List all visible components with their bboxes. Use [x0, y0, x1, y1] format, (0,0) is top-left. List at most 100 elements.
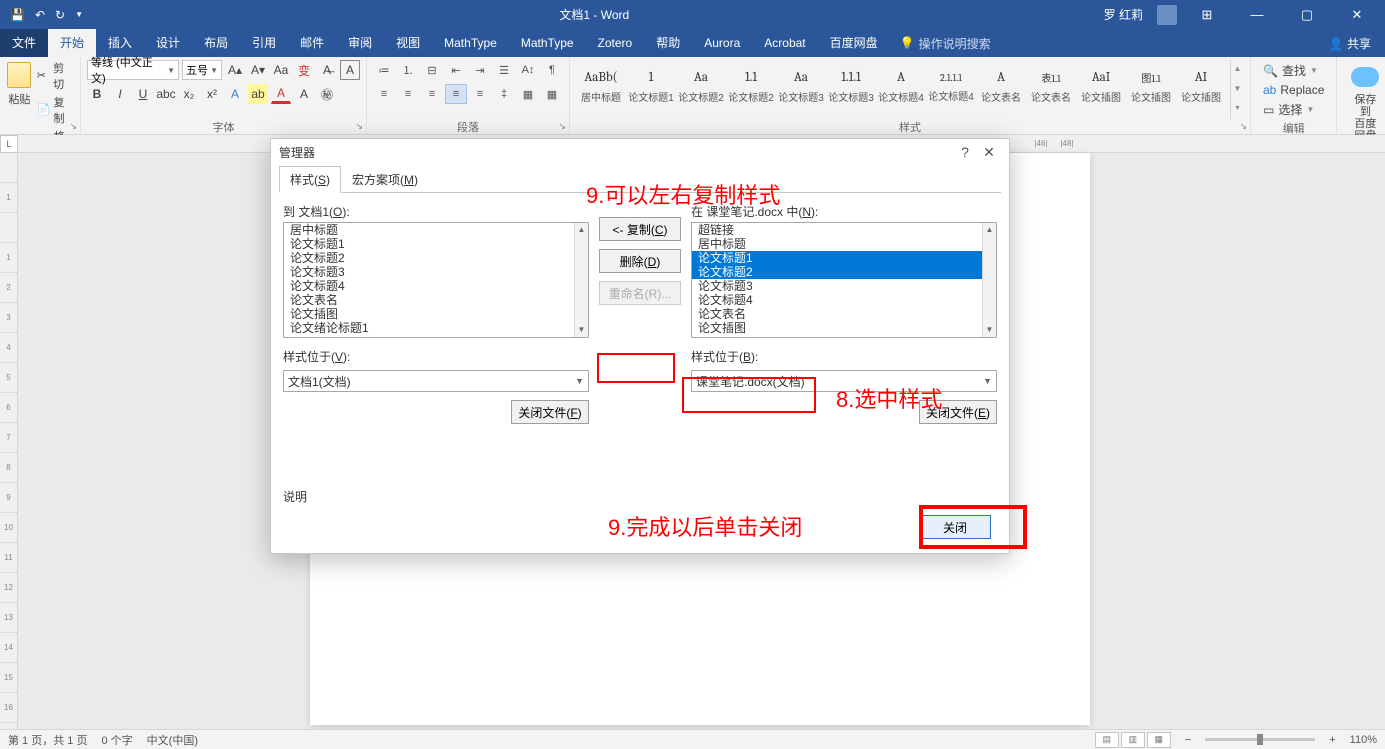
italic-button[interactable]: I [110, 84, 130, 104]
left-listbox[interactable]: 居中标题 论文标题1 论文标题2 论文标题3 论文标题4 论文表名 论文插图 论… [283, 222, 589, 338]
maximize-icon[interactable]: ▢ [1287, 7, 1327, 23]
tab-home[interactable]: 开始 [48, 29, 96, 57]
tab-macros[interactable]: 宏方案项(M) [341, 166, 429, 193]
list-item[interactable]: 论文插图 [692, 321, 982, 335]
decrease-indent-icon[interactable]: ⇤ [445, 60, 467, 80]
close-file-right-button[interactable]: 关闭文件(E) [919, 400, 997, 424]
tab-mathtype-2[interactable]: MathType [509, 29, 586, 57]
tab-design[interactable]: 设计 [144, 29, 192, 57]
username[interactable]: 罗 红莉 [1104, 6, 1143, 23]
style-item[interactable]: 表1.1论文表名 [1026, 60, 1076, 114]
list-item[interactable]: 论文绪论标题1 [284, 321, 574, 335]
list-item[interactable]: 论文表名 [284, 293, 574, 307]
word-count[interactable]: 0 个字 [101, 732, 132, 748]
save-icon[interactable]: 💾 [10, 8, 25, 22]
bold-button[interactable]: B [87, 84, 107, 104]
tab-file[interactable]: 文件 [0, 29, 48, 57]
change-case-icon[interactable]: Aa [271, 60, 291, 80]
circle-char-icon[interactable]: ㊙ [317, 84, 337, 104]
close-window-icon[interactable]: ✕ [1337, 7, 1377, 23]
decrease-size-icon[interactable]: A▾ [248, 60, 268, 80]
ribbon-display-icon[interactable]: ⊞ [1187, 7, 1227, 23]
list-item[interactable]: 论文标题3 [284, 265, 574, 279]
font-color-icon[interactable]: A [271, 84, 291, 104]
list-item[interactable]: 论文标题1 [284, 237, 574, 251]
print-layout-icon[interactable]: ▥ [1121, 732, 1145, 748]
superscript-button[interactable]: x² [202, 84, 222, 104]
char-shading-icon[interactable]: A [294, 84, 314, 104]
style-located-select-left[interactable]: 文档1(文档)▼ [283, 370, 589, 392]
help-icon[interactable]: ? [953, 144, 977, 160]
increase-size-icon[interactable]: A▴ [225, 60, 245, 80]
list-item[interactable]: 居中标题 [284, 223, 574, 237]
scrollbar[interactable]: ▲▼ [982, 223, 996, 337]
user-avatar[interactable] [1157, 5, 1177, 25]
tab-help[interactable]: 帮助 [644, 29, 692, 57]
tab-zotero[interactable]: Zotero [586, 29, 645, 57]
font-name-combo[interactable]: 等线 (中文正文)▼ [87, 60, 179, 80]
save-to-baidu-button[interactable]: 保存到百度网盘 [1343, 60, 1385, 146]
read-mode-icon[interactable]: ▤ [1095, 732, 1119, 748]
shading-icon[interactable]: ▦ [517, 84, 539, 104]
minimize-icon[interactable]: — [1237, 7, 1277, 22]
list-item[interactable]: 论文插图 [284, 307, 574, 321]
highlight-icon[interactable]: ab [248, 84, 268, 104]
style-item[interactable]: A论文表名 [976, 60, 1026, 114]
zoom-slider[interactable] [1205, 738, 1315, 741]
redo-icon[interactable]: ↻ [55, 8, 65, 22]
style-item[interactable]: 图1.1论文插图 [1126, 60, 1176, 114]
close-icon[interactable]: ✕ [977, 144, 1001, 161]
select-button[interactable]: ▭选择 ▼ [1263, 101, 1324, 118]
chevron-down-icon[interactable]: ▼ [575, 323, 588, 337]
tab-references[interactable]: 引用 [240, 29, 288, 57]
rename-button[interactable]: 重命名(R)... [599, 281, 681, 305]
tab-acrobat[interactable]: Acrobat [752, 29, 817, 57]
clear-formatting-icon[interactable]: A̶ [317, 60, 337, 80]
dialog-launcher-icon[interactable]: ↘ [1239, 121, 1247, 132]
font-size-combo[interactable]: 五号▼ [182, 60, 222, 80]
list-item[interactable]: 论文表名 [692, 307, 982, 321]
close-dialog-button[interactable]: 关闭 [919, 515, 991, 539]
subscript-button[interactable]: x₂ [179, 84, 199, 104]
cut-button[interactable]: ✂剪切 [37, 60, 74, 92]
tab-mathtype-1[interactable]: MathType [432, 29, 509, 57]
page-indicator[interactable]: 第 1 页，共 1 页 [8, 732, 87, 748]
close-file-left-button[interactable]: 关闭文件(F) [511, 400, 589, 424]
share-button[interactable]: 👤 共享 [1315, 35, 1385, 52]
show-marks-icon[interactable]: ¶ [541, 60, 563, 80]
list-item[interactable]: 论文标题4 [692, 293, 982, 307]
copy-button[interactable]: <- 复制(C) [599, 217, 681, 241]
list-item[interactable]: 超链接 [692, 223, 982, 237]
tab-view[interactable]: 视图 [384, 29, 432, 57]
tab-baidu[interactable]: 百度网盘 [818, 29, 890, 57]
sort-icon[interactable]: A↕ [517, 60, 539, 80]
list-item[interactable]: 论文标题1 [692, 251, 982, 265]
tab-selector[interactable]: L [0, 135, 18, 153]
undo-icon[interactable]: ↶ [35, 8, 45, 22]
increase-indent-icon[interactable]: ⇥ [469, 60, 491, 80]
find-button[interactable]: 🔍查找 ▼ [1263, 62, 1324, 79]
style-item[interactable]: 1.1.1论文标题3 [826, 60, 876, 114]
right-listbox[interactable]: 超链接 居中标题 论文标题1 论文标题2 论文标题3 论文标题4 论文表名 论文… [691, 222, 997, 338]
style-item[interactable]: 1论文标题1 [626, 60, 676, 114]
list-item[interactable]: 论文标题2 [284, 251, 574, 265]
dialog-launcher-icon[interactable]: ↘ [558, 121, 566, 132]
list-item[interactable]: 论文标题4 [284, 279, 574, 293]
tab-aurora[interactable]: Aurora [692, 29, 752, 57]
dialog-launcher-icon[interactable]: ↘ [69, 121, 77, 132]
style-item[interactable]: AI论文插图 [1176, 60, 1226, 114]
tab-styles[interactable]: 样式(S) [279, 166, 341, 193]
align-left-icon[interactable]: ≡ [373, 84, 395, 104]
line-spacing-icon[interactable]: ‡ [493, 84, 515, 104]
tab-mailings[interactable]: 邮件 [288, 29, 336, 57]
delete-button[interactable]: 删除(D) [599, 249, 681, 273]
styles-scroll[interactable]: ▲▼▾ [1230, 60, 1244, 119]
copy-button[interactable]: 📄复制 [37, 94, 74, 126]
tell-me-search[interactable]: 💡 操作说明搜索 [890, 35, 1001, 52]
enclose-char-icon[interactable]: A [340, 60, 360, 80]
replace-button[interactable]: abReplace [1263, 83, 1324, 97]
style-item[interactable]: A论文标题4 [876, 60, 926, 114]
scrollbar[interactable]: ▲▼ [574, 223, 588, 337]
chevron-up-icon[interactable]: ▲ [1231, 60, 1244, 80]
bullets-icon[interactable]: ≔ [373, 60, 395, 80]
